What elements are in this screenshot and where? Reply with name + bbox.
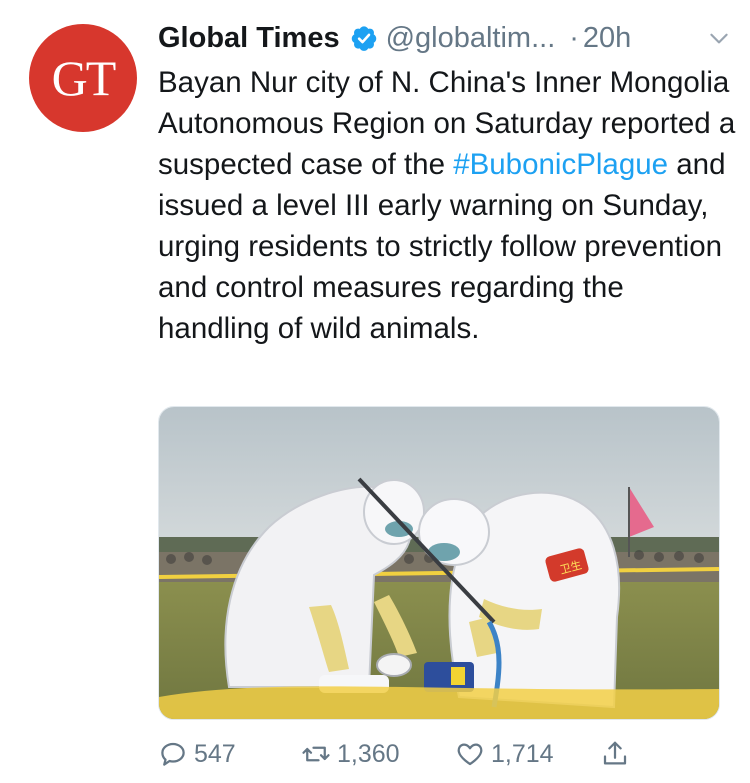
reply-icon [161,742,185,766]
sample-cup [376,653,412,677]
author-handle[interactable]: @globaltim... [386,22,556,55]
share-button[interactable] [600,734,636,774]
reply-button[interactable]: 547 [158,734,236,774]
retweet-button[interactable]: 1,360 [301,734,400,774]
avatar[interactable]: GT [29,24,137,132]
chevron-down-icon[interactable] [706,25,732,51]
tweet-header: Global Times @globaltim... · 20h [158,14,732,62]
verified-badge-icon [351,26,376,51]
author-name[interactable]: Global Times [158,22,340,55]
like-icon [457,743,483,766]
tweet-text: Bayan Nur city of N. China's Inner Mongo… [158,62,738,349]
timestamp[interactable]: 20h [583,22,631,55]
share-icon [603,741,627,765]
like-button[interactable]: 1,714 [455,734,554,774]
like-count: 1,714 [491,739,554,768]
photo-plague-drill: 卫生 [159,407,719,719]
retweet-icon [302,746,330,762]
tweet-actions: 547 1,360 1,714 [158,734,718,774]
retweet-count: 1,360 [337,739,400,768]
timestamp-separator: · [569,21,579,54]
tweet-photo[interactable]: 卫生 [158,406,720,720]
tank-cap [451,667,465,685]
avatar-logo-text: GT [51,50,117,106]
hashtag-link[interactable]: #BubonicPlague [453,148,668,181]
reply-count: 547 [194,739,236,768]
tape-foreground [159,686,719,719]
